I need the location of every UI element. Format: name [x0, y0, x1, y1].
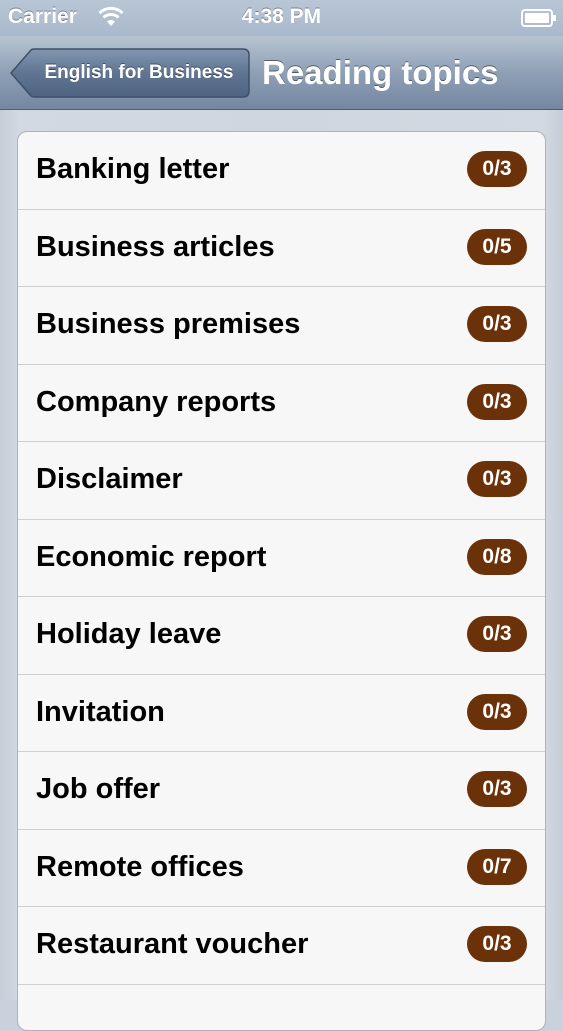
- progress-badge: 0/3: [467, 693, 527, 730]
- progress-badge: 0/5: [467, 228, 527, 265]
- battery-icon: [521, 9, 557, 27]
- topic-row[interactable]: Remote offices 0/7: [18, 830, 545, 907]
- back-button-label: English for Business: [44, 62, 234, 83]
- progress-badge: 0/7: [467, 848, 527, 885]
- progress-badge: 0/3: [467, 926, 527, 962]
- progress-badge: 0/8: [467, 538, 527, 575]
- content-area: Banking letter 0/3 Business articles 0/5 Bus…: [0, 110, 563, 1031]
- page-title: Reading topics: [262, 54, 499, 91]
- topic-title: Business articles: [36, 230, 275, 263]
- topic-title: Holiday leave: [36, 618, 222, 650]
- topic-row[interactable]: Business premises 0/3: [18, 287, 545, 365]
- topic-row[interactable]: Company reports 0/3: [18, 365, 545, 442]
- topic-row[interactable]: Economic report 0/8: [18, 520, 545, 597]
- topic-row[interactable]: Business articles 0/5: [18, 210, 545, 287]
- topic-row[interactable]: Job offer 0/3: [18, 752, 545, 830]
- topic-title: Business premises: [36, 308, 301, 340]
- progress-badge: 0/3: [467, 461, 527, 497]
- status-bar: Carrier 4:38 PM: [0, 0, 563, 36]
- progress-badge: 0/3: [467, 616, 527, 652]
- status-time: 4:38 PM: [241, 5, 322, 28]
- topic-title: Disclaimer: [36, 463, 183, 495]
- topic-title: Invitation: [36, 695, 165, 728]
- navigation-bar: English for Business Reading topics: [0, 36, 563, 110]
- progress-badge: 0/3: [467, 306, 527, 342]
- topic-title: Job offer: [36, 773, 161, 805]
- back-button[interactable]: English for Business: [10, 48, 250, 98]
- topic-title: Economic report: [36, 540, 267, 573]
- progress-badge: 0/3: [467, 383, 527, 420]
- progress-badge: 0/3: [467, 771, 527, 807]
- topic-title: Company reports: [36, 385, 277, 418]
- progress-badge: 0/3: [467, 151, 527, 187]
- topic-title: Banking letter: [36, 153, 230, 185]
- topic-list: Banking letter 0/3 Business articles 0/5 Bus…: [17, 131, 546, 1031]
- topic-row[interactable]: Restaurant voucher 0/3: [18, 907, 545, 985]
- topic-row[interactable]: Holiday leave 0/3: [18, 597, 545, 675]
- topic-row[interactable]: Invitation 0/3: [18, 675, 545, 752]
- topic-title: Restaurant voucher: [36, 928, 309, 960]
- topic-row[interactable]: Banking letter 0/3: [18, 132, 545, 210]
- topic-title: Remote offices: [36, 850, 244, 883]
- topic-row[interactable]: Disclaimer 0/3: [18, 442, 545, 520]
